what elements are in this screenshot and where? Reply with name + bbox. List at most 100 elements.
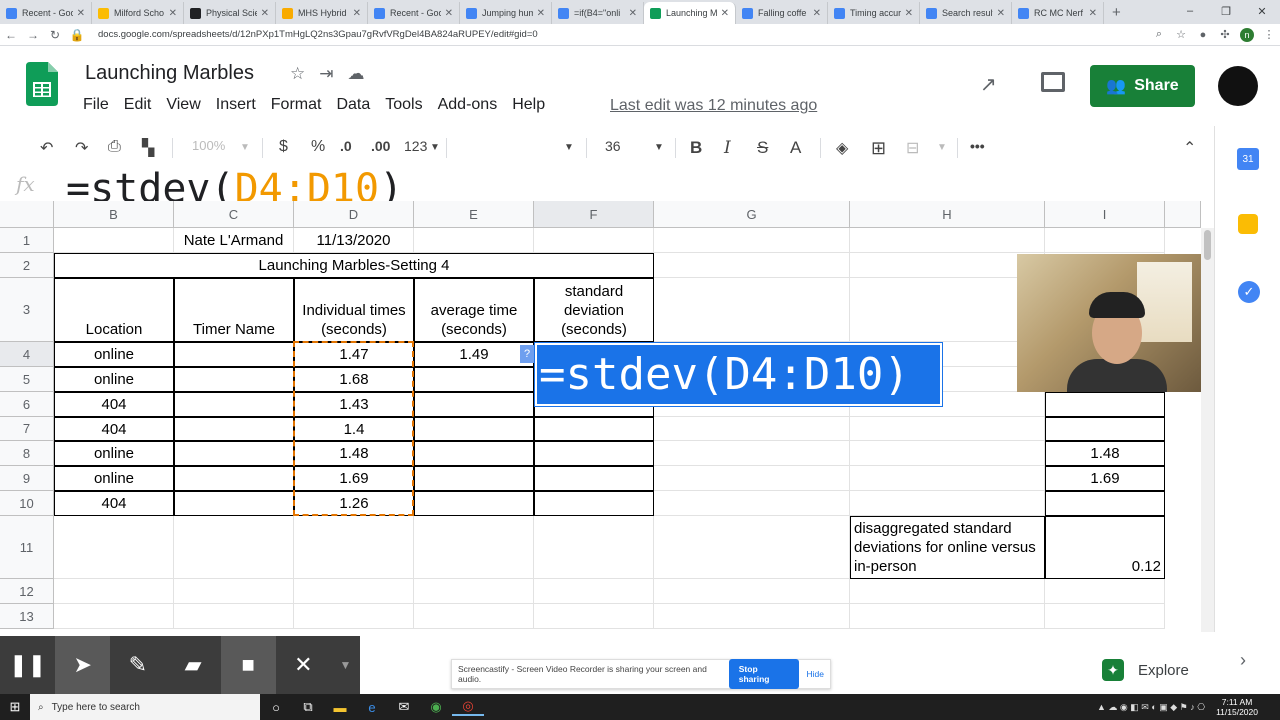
cell-e4[interactable]: 1.49 bbox=[414, 342, 534, 367]
minimize-icon[interactable]: – bbox=[1172, 5, 1208, 17]
column-header[interactable]: H bbox=[850, 201, 1045, 228]
edge-icon[interactable]: e bbox=[356, 700, 388, 715]
menu-item[interactable]: Data bbox=[336, 96, 370, 114]
row-header[interactable]: 2 bbox=[0, 253, 54, 278]
cell-e8[interactable] bbox=[414, 441, 534, 466]
close-window-icon[interactable]: ✕ bbox=[1244, 5, 1280, 18]
chrome-icon[interactable]: ◎ bbox=[452, 698, 484, 716]
cell-i6[interactable] bbox=[1045, 392, 1165, 417]
italic-button[interactable]: I bbox=[724, 138, 731, 158]
cell-h1[interactable] bbox=[850, 228, 1045, 253]
cell-h3[interactable] bbox=[850, 278, 1045, 342]
column-header[interactable]: E bbox=[414, 201, 534, 228]
cell-e1[interactable] bbox=[414, 228, 534, 253]
app-icon-green[interactable]: ◉ bbox=[420, 699, 452, 715]
cell-f7[interactable] bbox=[534, 417, 654, 441]
row-header[interactable]: 11 bbox=[0, 516, 54, 579]
cell-f12[interactable] bbox=[534, 579, 654, 604]
cell-c7[interactable] bbox=[174, 417, 294, 441]
row-header[interactable]: 7 bbox=[0, 417, 54, 441]
cell-i8[interactable]: 1.48 bbox=[1045, 441, 1165, 466]
maximize-icon[interactable]: ❐ bbox=[1208, 5, 1244, 18]
row-header[interactable]: 5 bbox=[0, 367, 54, 392]
row-header[interactable]: 6 bbox=[0, 392, 54, 417]
zoom-search-icon[interactable]: ⌕ bbox=[1148, 28, 1170, 41]
stop-sharing-button[interactable]: Stop sharing bbox=[728, 659, 799, 689]
cell-d10[interactable]: 1.26 bbox=[294, 491, 414, 516]
last-edit-link[interactable]: Last edit was 12 minutes ago bbox=[610, 97, 817, 115]
cell-h12[interactable] bbox=[850, 579, 1045, 604]
cell-d6[interactable]: 1.43 bbox=[294, 392, 414, 417]
cell-c8[interactable] bbox=[174, 441, 294, 466]
close-tab-icon[interactable]: ✕ bbox=[813, 8, 821, 19]
cell-b1[interactable] bbox=[54, 228, 174, 253]
row-header[interactable]: 13 bbox=[0, 604, 54, 629]
browser-tab[interactable]: Timing accur ✕ bbox=[828, 2, 920, 24]
cell-e7[interactable] bbox=[414, 417, 534, 441]
taskbar-search[interactable]: ⌕ Type here to search bbox=[30, 694, 260, 720]
browser-tab[interactable]: Falling coffe ✕ bbox=[736, 2, 828, 24]
column-header[interactable]: F bbox=[534, 201, 654, 228]
share-button[interactable]: 👥 Share bbox=[1090, 65, 1195, 107]
column-header[interactable]: I bbox=[1045, 201, 1165, 228]
comment-icon[interactable] bbox=[1041, 72, 1065, 92]
new-tab-icon[interactable]: + bbox=[1112, 4, 1121, 21]
cloud-status-icon[interactable]: ☁ bbox=[348, 64, 365, 84]
fill-color-icon[interactable]: ◈ bbox=[836, 138, 848, 158]
cell-c6[interactable] bbox=[174, 392, 294, 417]
browser-tab[interactable]: MHS Hybrid ✕ bbox=[276, 2, 368, 24]
cell-f10[interactable] bbox=[534, 491, 654, 516]
browser-tab[interactable]: RC MC Nerf ✕ bbox=[1012, 2, 1104, 24]
cell-h13[interactable] bbox=[850, 604, 1045, 629]
close-tab-icon[interactable]: ✕ bbox=[629, 8, 637, 19]
cell-f9[interactable] bbox=[534, 466, 654, 491]
close-tab-icon[interactable]: ✕ bbox=[1089, 8, 1097, 19]
bookmark-star-icon[interactable]: ☆ bbox=[1170, 28, 1192, 41]
cell-d3[interactable]: Individual times (seconds) bbox=[294, 278, 414, 342]
increase-decimal-button[interactable]: .00 bbox=[371, 138, 390, 154]
cell-h7[interactable] bbox=[850, 417, 1045, 441]
activity-trend-icon[interactable]: ↗ bbox=[980, 72, 997, 97]
cell-c1[interactable]: Nate L'Armand bbox=[174, 228, 294, 253]
cell-c9[interactable] bbox=[174, 466, 294, 491]
back-icon[interactable]: ← bbox=[0, 28, 22, 42]
cell-c4[interactable] bbox=[174, 342, 294, 367]
cell-f13[interactable] bbox=[534, 604, 654, 629]
column-header[interactable] bbox=[1165, 201, 1201, 228]
print-icon[interactable]: ⎙ bbox=[108, 138, 121, 156]
cell-i13[interactable] bbox=[1045, 604, 1165, 629]
cell-g10[interactable] bbox=[654, 491, 850, 516]
cell-f1[interactable] bbox=[534, 228, 654, 253]
close-tab-icon[interactable]: ✕ bbox=[997, 8, 1005, 19]
cell-c3[interactable]: Timer Name bbox=[174, 278, 294, 342]
cell-b13[interactable] bbox=[54, 604, 174, 629]
menu-item[interactable]: Format bbox=[271, 96, 322, 114]
bold-button[interactable]: B bbox=[690, 138, 702, 158]
menu-item[interactable]: Insert bbox=[216, 96, 256, 114]
scrollbar-thumb[interactable] bbox=[1204, 230, 1211, 260]
formula-edit-popup[interactable]: =stdev(D4:D10) bbox=[534, 342, 943, 407]
cell-g7[interactable] bbox=[654, 417, 850, 441]
close-tab-icon[interactable]: ✕ bbox=[445, 8, 453, 19]
cell-e11[interactable] bbox=[414, 516, 534, 579]
sheets-logo-icon[interactable] bbox=[26, 62, 58, 106]
vertical-scrollbar[interactable] bbox=[1201, 228, 1214, 632]
cell-g9[interactable] bbox=[654, 466, 850, 491]
cell-e10[interactable] bbox=[414, 491, 534, 516]
cell-h10[interactable] bbox=[850, 491, 1045, 516]
browser-tab[interactable]: Physical Scie ✕ bbox=[184, 2, 276, 24]
taskbar-clock[interactable]: 7:11 AM 11/15/2020 bbox=[1216, 697, 1258, 717]
decrease-decimal-button[interactable]: .0 bbox=[340, 138, 352, 154]
row-header[interactable]: 8 bbox=[0, 441, 54, 466]
task-view-icon[interactable]: ⧉ bbox=[292, 699, 324, 715]
cell-d11[interactable] bbox=[294, 516, 414, 579]
cell-c10[interactable] bbox=[174, 491, 294, 516]
cell-h11[interactable]: disaggregated standard deviations for on… bbox=[850, 516, 1045, 579]
redo-icon[interactable]: ↷ bbox=[75, 138, 88, 158]
hide-notice-link[interactable]: Hide bbox=[807, 669, 824, 679]
cell-e6[interactable] bbox=[414, 392, 534, 417]
cell-b9[interactable]: online bbox=[54, 466, 174, 491]
cell-d9[interactable]: 1.69 bbox=[294, 466, 414, 491]
cell-h9[interactable] bbox=[850, 466, 1045, 491]
cell-b4[interactable]: online bbox=[54, 342, 174, 367]
